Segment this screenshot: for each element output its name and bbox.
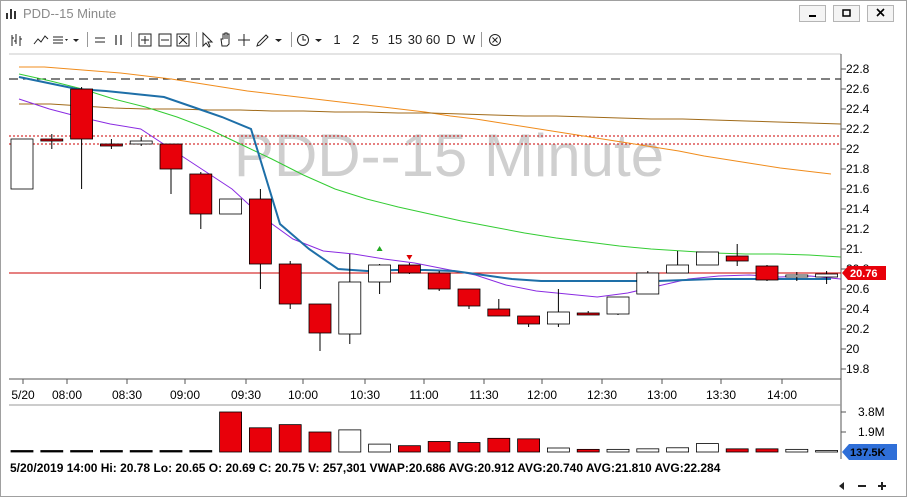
candle-body	[487, 308, 511, 317]
plus-icon[interactable]	[875, 479, 889, 493]
volume-bar	[129, 450, 153, 453]
y-tick-label: 20.4	[846, 302, 870, 316]
y-tick-label: 22.6	[846, 82, 870, 96]
candle-body	[70, 88, 93, 140]
candle-body	[100, 143, 123, 147]
x-tick-label: 12:30	[587, 388, 617, 402]
candle-body	[457, 288, 481, 307]
candle-body	[785, 274, 809, 278]
candle-body	[189, 173, 213, 215]
scroll-left-icon[interactable]	[835, 479, 849, 493]
current-price-label: 20.76	[850, 268, 878, 280]
y-tick-label: 20.6	[846, 282, 870, 296]
candle-body	[129, 140, 153, 145]
candle-body	[248, 198, 272, 265]
volume-bar	[100, 450, 123, 453]
volume-bar	[666, 447, 689, 453]
candle-body	[10, 138, 34, 190]
candle-body	[397, 264, 421, 274]
y-tick-label: 21.2	[846, 222, 870, 236]
volume-bar	[457, 442, 481, 453]
y-tick-label: 21.6	[846, 182, 870, 196]
y-tick-label: 19.8	[846, 362, 870, 376]
y-tick-label: 20	[846, 342, 860, 356]
candle-body	[368, 264, 392, 283]
status-bar: 5/20/2019 14:00 Hi: 20.78 Lo: 20.65 O: 2…	[10, 461, 721, 475]
candle-body	[815, 273, 838, 278]
y-tick-label: 21.	[846, 242, 863, 256]
x-tick-label: 09:00	[170, 388, 200, 402]
x-tick-label: 13:00	[647, 388, 677, 402]
plot-area	[9, 54, 841, 379]
volume-bar	[308, 431, 332, 453]
chart-watermark: PDD--15 Minute	[234, 122, 664, 189]
volume-bar	[40, 450, 64, 453]
volume-bar	[368, 443, 392, 453]
volume-tick-label: 3.8M	[858, 405, 885, 419]
x-tick-label: 13:30	[706, 388, 736, 402]
volume-bar	[338, 429, 362, 453]
volume-bar	[517, 438, 540, 453]
volume-bar	[576, 448, 600, 453]
x-tick-label: 5/20	[11, 388, 35, 402]
x-tick-label: 10:30	[350, 388, 380, 402]
volume-bar	[159, 450, 183, 453]
volume-bar	[547, 447, 570, 453]
current-volume-label: 137.5K	[850, 447, 886, 459]
volume-tick-label: 1.9M	[858, 425, 885, 439]
volume-bar	[606, 448, 630, 453]
candle-body	[696, 251, 719, 266]
candle-body	[219, 198, 243, 215]
x-tick-label: 08:00	[52, 388, 82, 402]
x-tick-label: 08:30	[112, 388, 142, 402]
candle-body	[517, 315, 540, 325]
y-tick-label: 22.8	[846, 62, 870, 76]
x-tick-label: 14:00	[767, 388, 797, 402]
price-chart[interactable]: PDD--15 Minute 22.8 22.6 22.4 22.2 22 21.8 21.6…	[1, 1, 906, 496]
volume-bar	[815, 450, 838, 453]
candle-body	[636, 272, 660, 295]
volume-bar	[636, 448, 660, 453]
volume-bar	[696, 443, 719, 453]
x-tick-label: 12:00	[527, 388, 557, 402]
volume-bar	[248, 427, 272, 453]
candle-body	[338, 281, 362, 335]
chart-window: PDD--15 Minute 1 2 5 15 30 60 D W PDD--1…	[0, 0, 907, 497]
volume-bar	[487, 437, 511, 453]
minus-icon[interactable]	[855, 479, 869, 493]
y-tick-label: 22.4	[846, 102, 870, 116]
candle-body	[755, 265, 779, 281]
y-tick-label: 21.8	[846, 162, 870, 176]
volume-bar	[10, 450, 34, 453]
candle-body	[427, 272, 451, 290]
y-tick-label: 20.2	[846, 322, 870, 336]
volume-bar	[397, 445, 421, 453]
bottom-strip	[1, 476, 906, 496]
volume-bar	[785, 448, 809, 453]
x-tick-label: 11:00	[409, 388, 438, 402]
x-tick-label: 09:30	[231, 388, 261, 402]
volume-bar	[189, 450, 213, 453]
candle-body	[547, 311, 570, 325]
candle-body	[576, 312, 600, 316]
volume-bar	[725, 448, 749, 453]
candle-body	[725, 255, 749, 262]
candle-body	[40, 138, 64, 142]
candle-body	[606, 296, 630, 315]
volume-bar	[219, 411, 243, 453]
x-tick-label: 11:30	[469, 388, 498, 402]
y-tick-label: 22	[846, 142, 860, 156]
volume-bar	[70, 450, 93, 453]
volume-bar	[755, 448, 779, 453]
x-tick-label: 10:00	[288, 388, 318, 402]
candle-body	[159, 143, 183, 170]
y-tick-label: 21.4	[846, 202, 870, 216]
candle-body	[666, 264, 689, 274]
candle-body	[278, 263, 302, 305]
y-tick-label: 22.2	[846, 122, 870, 136]
candle-body	[308, 303, 332, 334]
volume-bar	[427, 441, 451, 453]
volume-bar	[278, 424, 302, 453]
